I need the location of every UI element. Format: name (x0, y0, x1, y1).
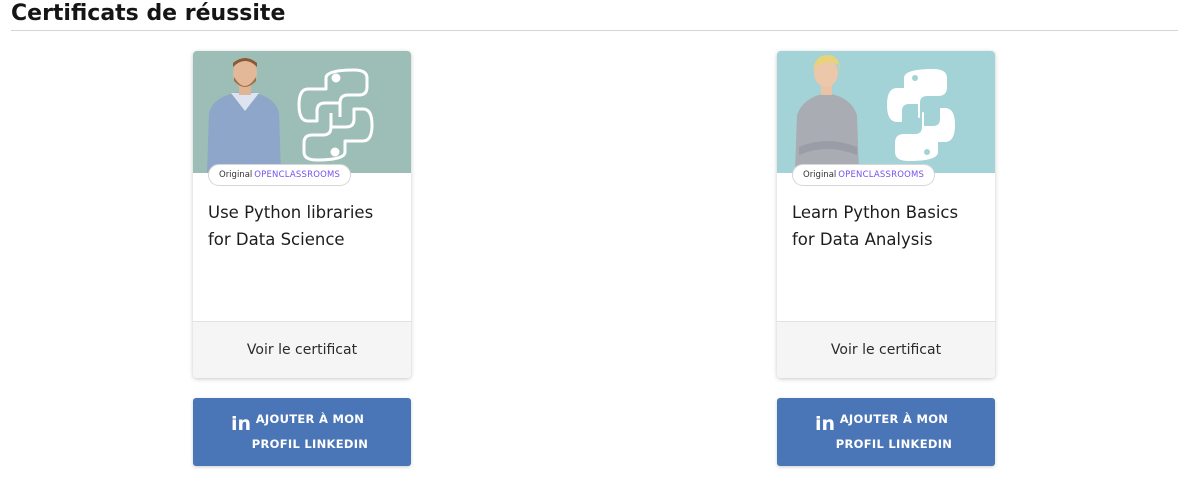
view-certificate-button[interactable]: Voir le certificat (777, 321, 995, 378)
view-certificate-button[interactable]: Voir le certificat (193, 321, 411, 378)
add-to-linkedin-button[interactable]: in AJOUTER À MON PROFIL LINKEDIN (193, 398, 411, 466)
badge-original-text: Original (219, 170, 253, 180)
add-to-linkedin-button[interactable]: in AJOUTER À MON PROFIL LINKEDIN (777, 398, 995, 466)
course-cover-image (193, 51, 411, 173)
certificate-card: Original OPENCLASSROOMS Learn Python Basi… (777, 51, 995, 378)
badge-original-text: Original (803, 170, 837, 180)
add-to-linkedin-label: AJOUTER À MON PROFIL LINKEDIN (835, 412, 953, 451)
badge-brand-text: OPENCLASSROOMS (254, 170, 341, 180)
certificate-card: Original OPENCLASSROOMS Use Python librar… (193, 51, 411, 378)
section-divider (11, 30, 1178, 31)
original-openclassrooms-badge: Original OPENCLASSROOMS (208, 164, 352, 186)
add-to-linkedin-label: AJOUTER À MON PROFIL LINKEDIN (251, 412, 369, 451)
course-title[interactable]: Learn Python Basics for Data Analysis (792, 199, 984, 253)
course-title[interactable]: Use Python libraries for Data Science (208, 199, 400, 253)
badge-brand-text: OPENCLASSROOMS (838, 170, 925, 180)
section-title: Certificats de réussite (11, 1, 286, 26)
course-cover-image (777, 51, 995, 173)
original-openclassrooms-badge: Original OPENCLASSROOMS (792, 164, 936, 186)
